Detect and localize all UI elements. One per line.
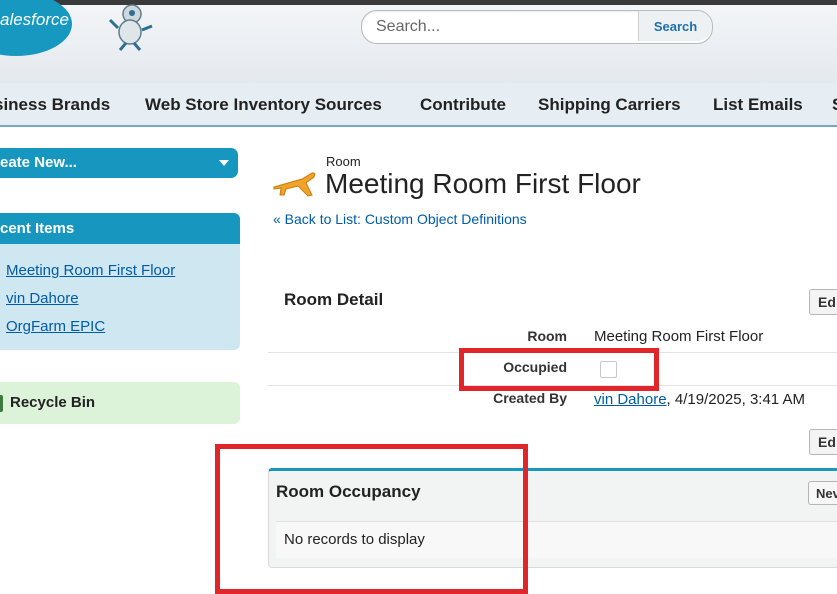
tab-web-store-inventory-sources[interactable]: Web Store Inventory Sources [145,95,382,115]
new-room-occupancy-button[interactable]: Nev [808,481,837,505]
highlight-box-occupied [459,348,659,391]
recent-items-header: cent Items [0,213,240,244]
edit-button-bottom[interactable]: Ed [809,429,837,455]
room-value: Meeting Room First Floor [594,328,764,345]
logo-text: alesforce [0,10,69,29]
created-by-label: Created By [493,390,567,406]
back-to-list-link[interactable]: « Back to List: Custom Object Definition… [273,211,527,227]
recent-item-orgfarm[interactable]: OrgFarm EPIC [6,318,105,335]
recycle-bin-label: Recycle Bin [10,394,96,411]
tab-list-emails[interactable]: List Emails [713,95,803,115]
highlight-box-related-list [215,444,528,594]
header-bar: alesforce Search [0,0,837,83]
create-new-label: eate New... [0,154,77,171]
recent-items-list: Meeting Room First Floor vin Dahore OrgF… [0,244,240,350]
page-title: Meeting Room First Floor [325,168,641,199]
search-box: Search [361,10,713,44]
tab-bar: siness Brands Web Store Inventory Source… [0,83,837,127]
created-by-date: , 4/19/2025, 3:41 AM [666,391,805,408]
search-input[interactable] [362,11,650,43]
recent-item-meeting-room[interactable]: Meeting Room First Floor [6,262,175,279]
created-by-value: vin Dahore, 4/19/2025, 3:41 AM [594,391,805,408]
tab-more[interactable]: S [832,95,837,115]
search-button[interactable]: Search [638,11,712,41]
recent-item-user[interactable]: vin Dahore [6,290,79,307]
recycle-bin-link[interactable]: Recycle Bin [0,382,240,424]
tab-business-brands[interactable]: siness Brands [0,95,110,115]
recycle-bin-icon [0,395,3,412]
chevron-down-icon [219,160,229,166]
tab-contribute[interactable]: Contribute [420,95,506,115]
edit-button[interactable]: Ed [809,289,837,315]
room-label: Room [527,328,567,344]
tab-shipping-carriers[interactable]: Shipping Carriers [538,95,681,115]
object-type-label: Room [326,154,361,169]
airplane-icon [273,172,316,197]
salesforce-logo[interactable]: alesforce [0,0,72,56]
create-new-button[interactable]: eate New... [0,148,238,178]
created-by-user-link[interactable]: vin Dahore [594,391,667,408]
mascot-icon [108,4,153,51]
room-detail-title: Room Detail [284,290,384,309]
recent-items-title: cent Items [0,220,75,237]
